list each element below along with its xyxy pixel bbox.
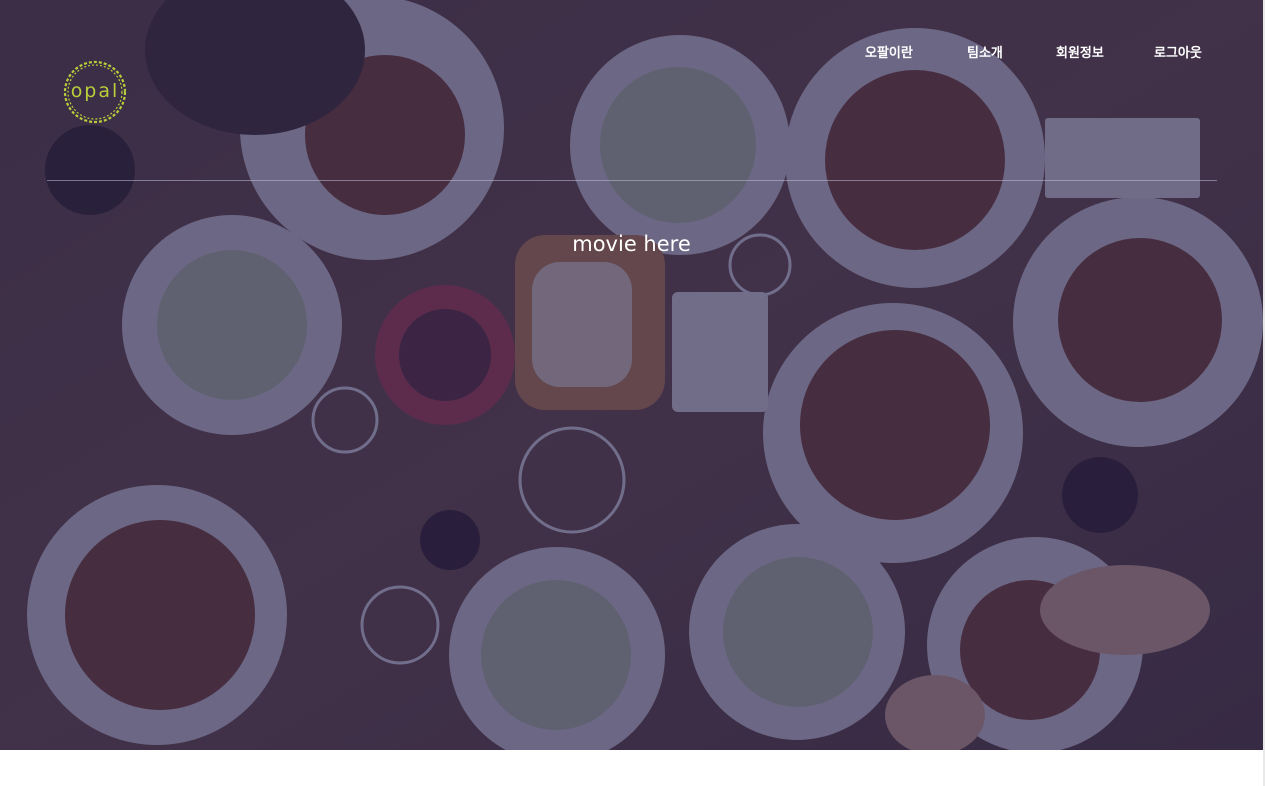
nav-item-member-info[interactable]: 회원정보 [1056,42,1104,61]
nav-item-team[interactable]: 팀소개 [967,42,1003,61]
hero-section: opal 오팔이란 팀소개 회원정보 로그아웃 movie here [0,0,1263,750]
nav-item-about-opal[interactable]: 오팔이란 [865,42,913,61]
logo-text: opal [70,80,120,102]
main-nav: 오팔이란 팀소개 회원정보 로그아웃 [840,42,1230,62]
nav-item-logout[interactable]: 로그아웃 [1154,42,1202,61]
hero-overlay [0,0,1263,750]
header-divider [47,180,1217,181]
movie-placeholder: movie here [572,232,691,256]
site-logo[interactable]: opal [61,58,129,126]
